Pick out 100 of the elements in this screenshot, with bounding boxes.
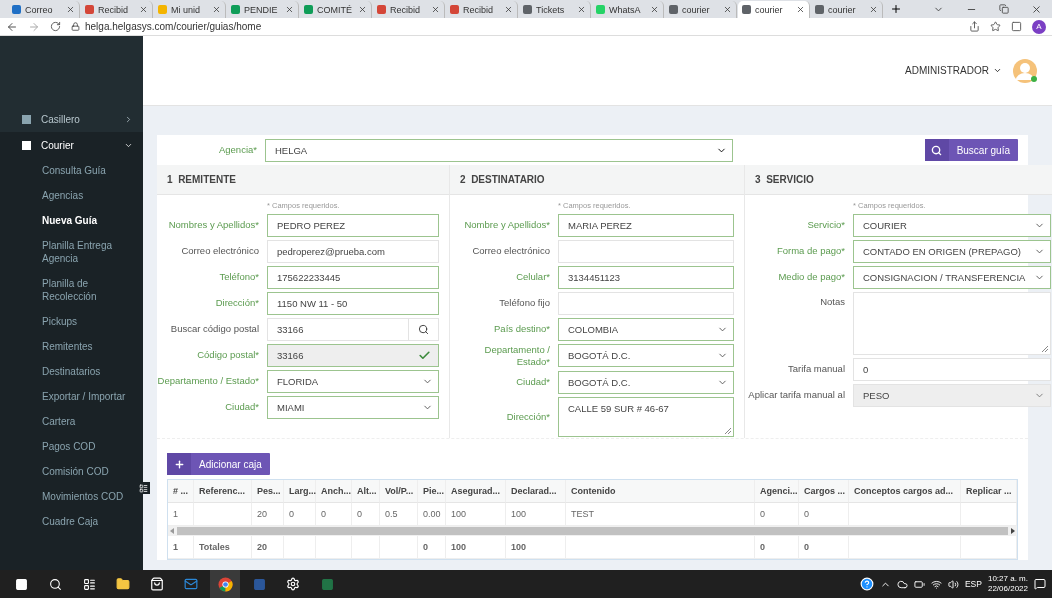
text-field[interactable]	[558, 239, 734, 263]
text-field[interactable]: PEDRO PEREZ	[267, 213, 439, 237]
cloud-icon[interactable]	[896, 578, 908, 590]
clock-time[interactable]: 10:27 a. m.	[987, 574, 1028, 584]
column-header[interactable]: Agenci...	[755, 480, 799, 503]
close-icon[interactable]	[869, 5, 878, 14]
sidebar-subitem[interactable]: Movimientos COD	[0, 484, 143, 509]
select-field[interactable]: HELGA	[265, 138, 733, 162]
field-label: Correo electrónico	[180, 245, 260, 257]
side-panel-icon[interactable]	[1011, 21, 1022, 32]
column-header[interactable]: Asegurad...	[446, 480, 506, 503]
close-icon[interactable]	[431, 5, 440, 14]
close-icon[interactable]	[796, 5, 805, 14]
browser-icon[interactable]	[210, 570, 240, 598]
sidebar-subitem[interactable]: Pickups	[0, 309, 143, 334]
notifications-icon[interactable]	[1034, 578, 1046, 590]
text-field[interactable]	[558, 291, 734, 315]
bookmark-icon[interactable]	[990, 21, 1001, 32]
volume-icon[interactable]	[947, 578, 959, 590]
select-field[interactable]: CONSIGNACION / TRANSFERENCIA	[853, 265, 1052, 289]
add-box-button[interactable]: Adicionar caja	[167, 453, 270, 475]
back-icon[interactable]	[6, 20, 18, 33]
close-icon[interactable]	[212, 5, 221, 14]
help-icon[interactable]	[859, 577, 874, 591]
search-field[interactable]: 33166	[267, 317, 439, 341]
column-header[interactable]: Larg...	[284, 480, 316, 503]
sidebar-subitem[interactable]: Comisión COD	[0, 459, 143, 484]
resize-handle-icon[interactable]	[1042, 345, 1049, 352]
sidebar-subitem[interactable]: Agencias	[0, 183, 143, 208]
select-field[interactable]: BOGOTÁ D.C.	[558, 344, 734, 367]
search-button[interactable]: Buscar guía	[924, 139, 1018, 161]
sidebar-subitem[interactable]: Nueva Guía	[0, 208, 143, 233]
field-label: Dirección*	[214, 297, 260, 309]
column-header[interactable]: Declarad...	[506, 480, 566, 503]
sidebar-subitem[interactable]: Pagos COD	[0, 434, 143, 459]
sidebar-subitem[interactable]: Planilla de Recolección	[0, 271, 143, 309]
close-icon[interactable]	[577, 5, 586, 14]
battery-icon[interactable]	[913, 578, 925, 590]
column-header[interactable]: Vol/P...	[380, 480, 418, 503]
sidebar-item[interactable]: Casillero	[0, 106, 143, 132]
horizontal-scrollbar[interactable]	[168, 526, 1017, 536]
new-tab-icon[interactable]	[890, 3, 902, 15]
select-field[interactable]: BOGOTÁ D.C.	[558, 370, 734, 394]
close-icon[interactable]	[650, 5, 659, 14]
restore-icon[interactable]	[999, 3, 1009, 14]
column-header[interactable]: Conceptos cargos ad...	[849, 480, 961, 503]
sidebar-subitem[interactable]: Exportar / Importar	[0, 384, 143, 409]
sidebar-subitem[interactable]: Destinatarios	[0, 359, 143, 384]
select-field[interactable]: CONTADO EN ORIGEN (PREPAGO)	[853, 239, 1052, 263]
select-field[interactable]: COLOMBIA	[558, 317, 734, 341]
column-header[interactable]: Anch...	[316, 480, 352, 503]
close-icon[interactable]	[285, 5, 294, 14]
browser-tab[interactable]: courier	[738, 1, 810, 18]
resize-handle-icon[interactable]	[725, 427, 731, 434]
reload-icon[interactable]	[50, 21, 61, 32]
close-icon[interactable]	[1031, 3, 1042, 15]
field-label: Teléfono fijo	[498, 297, 551, 309]
sidebar-subitem[interactable]: Remitentes	[0, 334, 143, 359]
total-cell: 0	[755, 536, 799, 559]
column-header[interactable]: # ...	[168, 480, 194, 503]
wifi-icon[interactable]	[930, 578, 942, 590]
user-menu[interactable]: ADMINISTRADOR	[905, 65, 989, 76]
sidebar-subitem[interactable]: Planilla Entrega Agencia	[0, 233, 143, 271]
text-field[interactable]: 175622233445	[267, 265, 439, 289]
sidebar-subitem[interactable]: Cartera	[0, 409, 143, 434]
select-field[interactable]: MIAMI	[267, 395, 439, 419]
field-label: Correo electrónico	[471, 245, 551, 257]
field-label: Servicio*	[806, 219, 846, 231]
select-field[interactable]: FLORIDA	[267, 369, 439, 393]
close-icon[interactable]	[723, 5, 732, 14]
select-field[interactable]: COURIER	[853, 213, 1052, 237]
column-header[interactable]: Replicar ...	[961, 480, 1017, 503]
field-label: Agencia*	[217, 144, 258, 156]
sidebar-toggle-icon[interactable]	[136, 482, 150, 494]
url-text[interactable]: helga.helgasys.com/courier/guias/home	[85, 21, 262, 32]
profile-avatar[interactable]: A	[1032, 19, 1046, 34]
close-icon[interactable]	[358, 5, 367, 14]
clock-date[interactable]: 22/06/2022	[987, 584, 1028, 594]
sidebar-subitem[interactable]: Cuadre Caja	[0, 509, 143, 534]
text-field[interactable]: pedroperez@prueba.com	[267, 239, 439, 263]
column-header[interactable]: Cargos ...	[799, 480, 849, 503]
close-icon[interactable]	[504, 5, 513, 14]
field-label: Dirección*	[505, 410, 551, 423]
empty-cell	[380, 536, 418, 559]
column-header[interactable]: Alt...	[352, 480, 380, 503]
column-header[interactable]: Pie...	[418, 480, 446, 503]
scroll-right-icon[interactable]	[1010, 528, 1015, 534]
close-icon[interactable]	[66, 5, 75, 14]
column-header[interactable]: Contenido	[566, 480, 755, 503]
language-indicator[interactable]: ESP	[964, 579, 982, 589]
share-icon[interactable]	[969, 21, 980, 32]
close-icon[interactable]	[139, 5, 148, 14]
text-field[interactable]: 0	[853, 357, 1052, 381]
text-field[interactable]: 1150 NW 11 - 50	[267, 291, 439, 315]
column-header[interactable]: Referenc...	[194, 480, 252, 503]
text-field[interactable]: MARIA PEREZ	[558, 213, 734, 237]
text-field[interactable]: 3134451123	[558, 265, 734, 289]
address-textarea[interactable]: CALLE 59 SUR # 46-67	[558, 396, 734, 437]
column-header[interactable]: Pes...	[252, 480, 284, 503]
sidebar-subitem[interactable]: Consulta Guía	[0, 158, 143, 183]
